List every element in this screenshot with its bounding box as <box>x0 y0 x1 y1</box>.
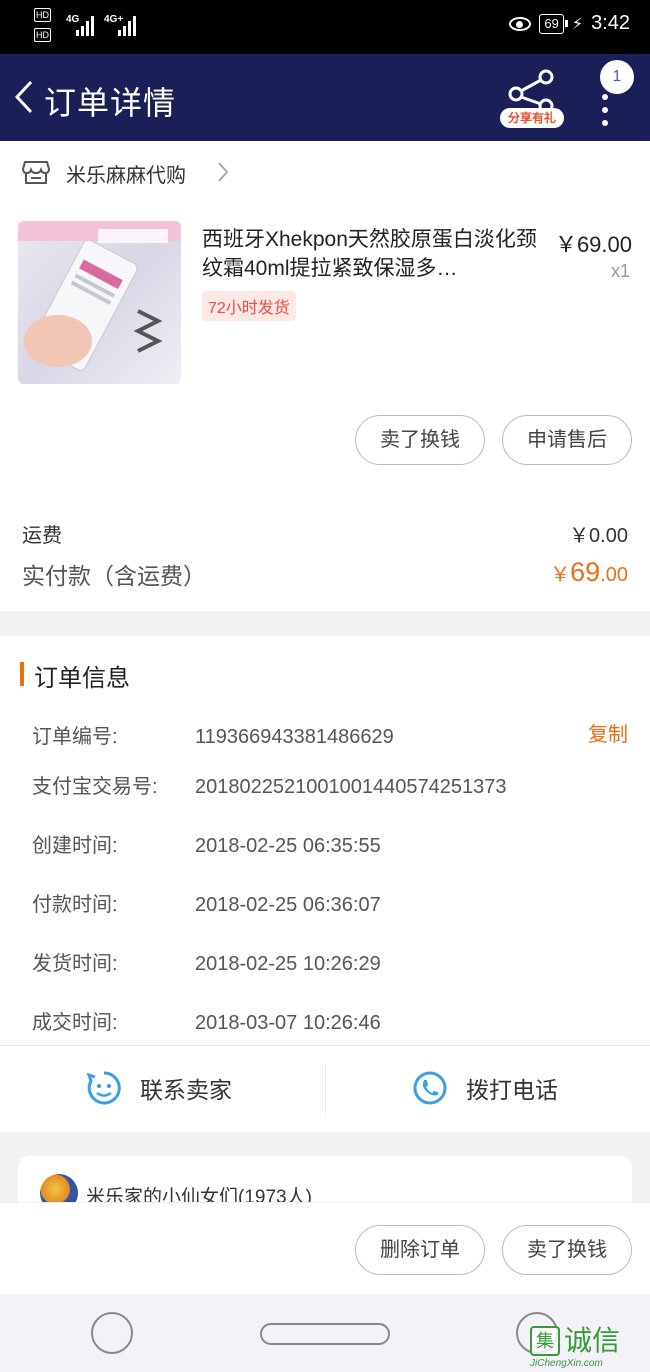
share-button[interactable]: 分享有礼 <box>500 68 566 130</box>
shipping-tag: 72小时发货 <box>202 291 296 321</box>
order-info-title: 订单信息 <box>34 665 130 692</box>
bottom-action-bar: 删除订单 卖了换钱 <box>0 1202 650 1294</box>
message-count-badge[interactable]: 1 <box>600 60 634 94</box>
nav-bar: 订单详情 分享有礼 1 <box>0 54 650 141</box>
resell-button-bottom[interactable]: 卖了换钱 <box>502 1225 632 1275</box>
product-quantity: x1 <box>610 261 630 281</box>
call-phone-button[interactable]: 拨打电话 <box>412 1070 558 1106</box>
shop-name[interactable]: 米乐麻麻代购 <box>66 159 186 188</box>
info-key: 发货时间: <box>32 953 118 975</box>
section-accent-bar <box>20 662 24 686</box>
charging-icon: ⚡ <box>571 15 584 33</box>
signal-icon-2 <box>118 12 136 36</box>
store-icon <box>22 161 50 184</box>
info-row-alipay-number: 支付宝交易号: 2018022521001001440574251373 <box>32 770 632 799</box>
contact-seller-label: 联系卖家 <box>140 1077 232 1103</box>
info-key: 创建时间: <box>32 835 118 857</box>
contact-seller-button[interactable]: 联系卖家 <box>86 1070 232 1106</box>
product-image[interactable] <box>18 221 181 384</box>
paid-integer: 69 <box>570 557 601 587</box>
divider-vertical <box>325 1064 326 1114</box>
delete-order-button[interactable]: 删除订单 <box>355 1225 485 1275</box>
battery-icon: 69 <box>539 13 569 34</box>
info-row-created: 创建时间: 2018-02-25 06:35:55 <box>32 829 632 858</box>
order-item-card: 米乐麻麻代购 西班牙Xhekpon天然胶原蛋白淡化颈纹霜40ml提拉紧致保湿多…… <box>0 141 650 611</box>
product-photo <box>18 221 181 371</box>
paid-amount-label: 实付款（含运费） <box>22 563 206 589</box>
watermark-url: JiChengXin.com <box>530 1358 603 1369</box>
info-row-order-number: 订单编号: 119366943381486629 <box>32 720 632 749</box>
product-price: ￥69.00 <box>554 232 632 257</box>
more-menu-icon[interactable] <box>600 94 610 140</box>
eye-comfort-icon <box>509 16 532 31</box>
currency-symbol: ￥ <box>550 564 571 586</box>
status-right: 69 ⚡ 3:42 <box>509 12 630 35</box>
page-title: 订单详情 <box>44 85 177 121</box>
back-arrow-icon[interactable] <box>14 80 34 114</box>
info-value: 119366943381486629 <box>195 726 394 748</box>
watermark-logo: 集 <box>530 1326 560 1356</box>
info-key: 订单编号: <box>32 726 118 748</box>
order-info-card: 订单信息 订单编号: 119366943381486629 复制 支付宝交易号: 2… <box>0 636 650 1132</box>
paid-amount-value: ￥69.00 <box>550 557 628 588</box>
divider <box>0 1045 650 1046</box>
info-value: 2018022521001001440574251373 <box>195 776 507 798</box>
signal-icon-1 <box>76 12 94 36</box>
phone-icon <box>413 1071 447 1105</box>
resell-button[interactable]: 卖了换钱 <box>355 415 485 465</box>
watermark: 集 诚信 JiChengXin.com <box>530 1326 648 1370</box>
hd-badge-1: HD <box>34 8 51 22</box>
info-value: 2018-02-25 06:35:55 <box>195 835 381 857</box>
assistant-icon[interactable] <box>91 1312 133 1354</box>
home-pill[interactable] <box>260 1323 390 1345</box>
info-row-shipped: 发货时间: 2018-02-25 10:26:29 <box>32 947 632 976</box>
clock: 3:42 <box>591 12 630 34</box>
product-title[interactable]: 西班牙Xhekpon天然胶原蛋白淡化颈纹霜40ml提拉紧致保湿多… <box>202 225 542 283</box>
info-key: 付款时间: <box>32 894 118 916</box>
shipping-fee-value: ￥0.00 <box>569 525 628 547</box>
call-phone-label: 拨打电话 <box>466 1077 558 1103</box>
chevron-right-icon[interactable] <box>216 161 230 183</box>
after-sale-button[interactable]: 申请售后 <box>502 415 632 465</box>
share-label: 分享有礼 <box>500 108 564 128</box>
info-key: 成交时间: <box>32 1012 118 1034</box>
shipping-fee-label: 运费 <box>22 525 62 547</box>
hd-badge-2: HD <box>34 28 51 42</box>
info-row-paid: 付款时间: 2018-02-25 06:36:07 <box>32 888 632 917</box>
status-bar: HD HD 4G 4G+ 69 ⚡ 3:42 <box>0 0 650 54</box>
info-value: 2018-02-25 10:26:29 <box>195 953 381 975</box>
paid-decimal: .00 <box>600 564 628 586</box>
info-value: 2018-02-25 06:36:07 <box>195 894 381 916</box>
info-value: 2018-03-07 10:26:46 <box>195 1012 381 1034</box>
watermark-text: 诚信 <box>564 1324 621 1357</box>
status-left: HD HD <box>34 8 53 42</box>
copy-button[interactable]: 复制 <box>588 718 628 747</box>
info-row-completed: 成交时间: 2018-03-07 10:26:46 <box>32 1006 632 1035</box>
info-key: 支付宝交易号: <box>32 776 158 798</box>
chat-face-icon <box>86 1071 121 1105</box>
